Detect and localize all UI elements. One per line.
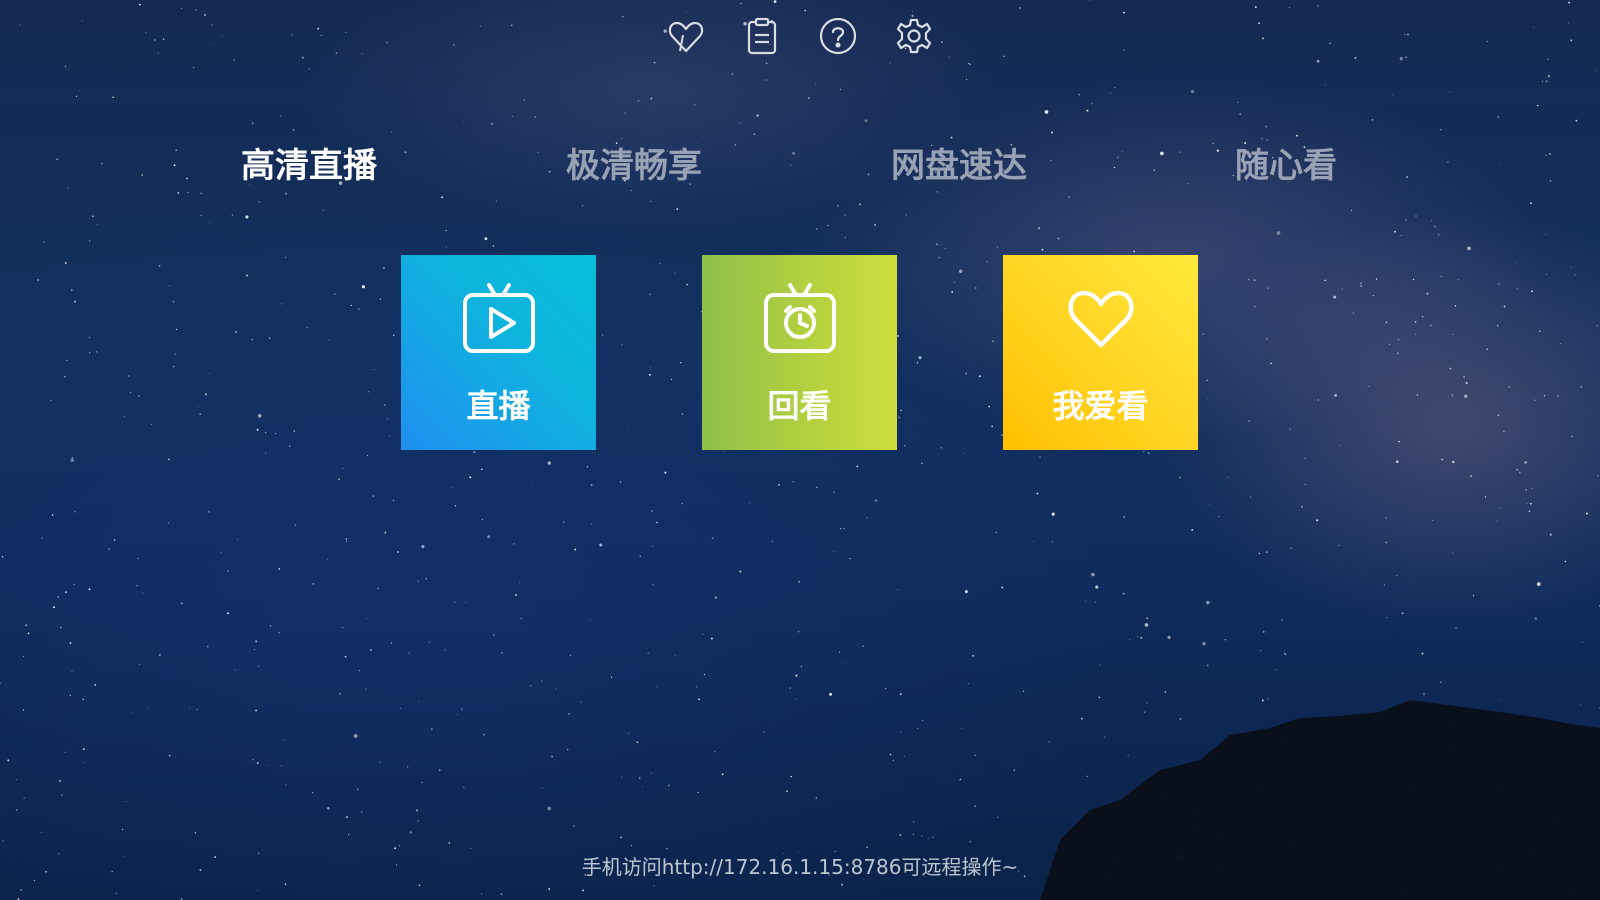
replay-tile[interactable]: 回看 (702, 255, 897, 450)
settings-gear-icon[interactable] (892, 14, 936, 58)
favorite-tile[interactable]: 我爱看 (1003, 255, 1198, 450)
remote-access-hint: 手机访问http://172.16.1.15:8786可远程操作~ (581, 855, 1019, 879)
tab-ultra-hd[interactable]: 极清畅享 (566, 138, 702, 187)
tv-play-icon (462, 283, 535, 353)
help-icon[interactable] (816, 14, 860, 58)
tab-cloud-drive[interactable]: 网盘速达 (891, 138, 1027, 187)
tv-clock-icon (763, 283, 836, 353)
category-tabs: 高清直播 极清畅享 网盘速达 随心看 (0, 138, 1600, 194)
tab-hd-live[interactable]: 高清直播 (241, 138, 377, 187)
favorite-heart-icon[interactable] (664, 14, 708, 58)
heart-icon (1067, 290, 1134, 348)
top-toolbar (664, 14, 936, 58)
favorite-tile-label: 我爱看 (1052, 387, 1149, 425)
clipboard-icon[interactable] (740, 14, 784, 58)
live-tile[interactable]: 直播 (401, 255, 596, 450)
live-tile-label: 直播 (466, 387, 531, 425)
mountain-silhouette (1040, 700, 1600, 900)
replay-tile-label: 回看 (767, 387, 832, 425)
tab-watch-anytime[interactable]: 随心看 (1235, 138, 1337, 187)
